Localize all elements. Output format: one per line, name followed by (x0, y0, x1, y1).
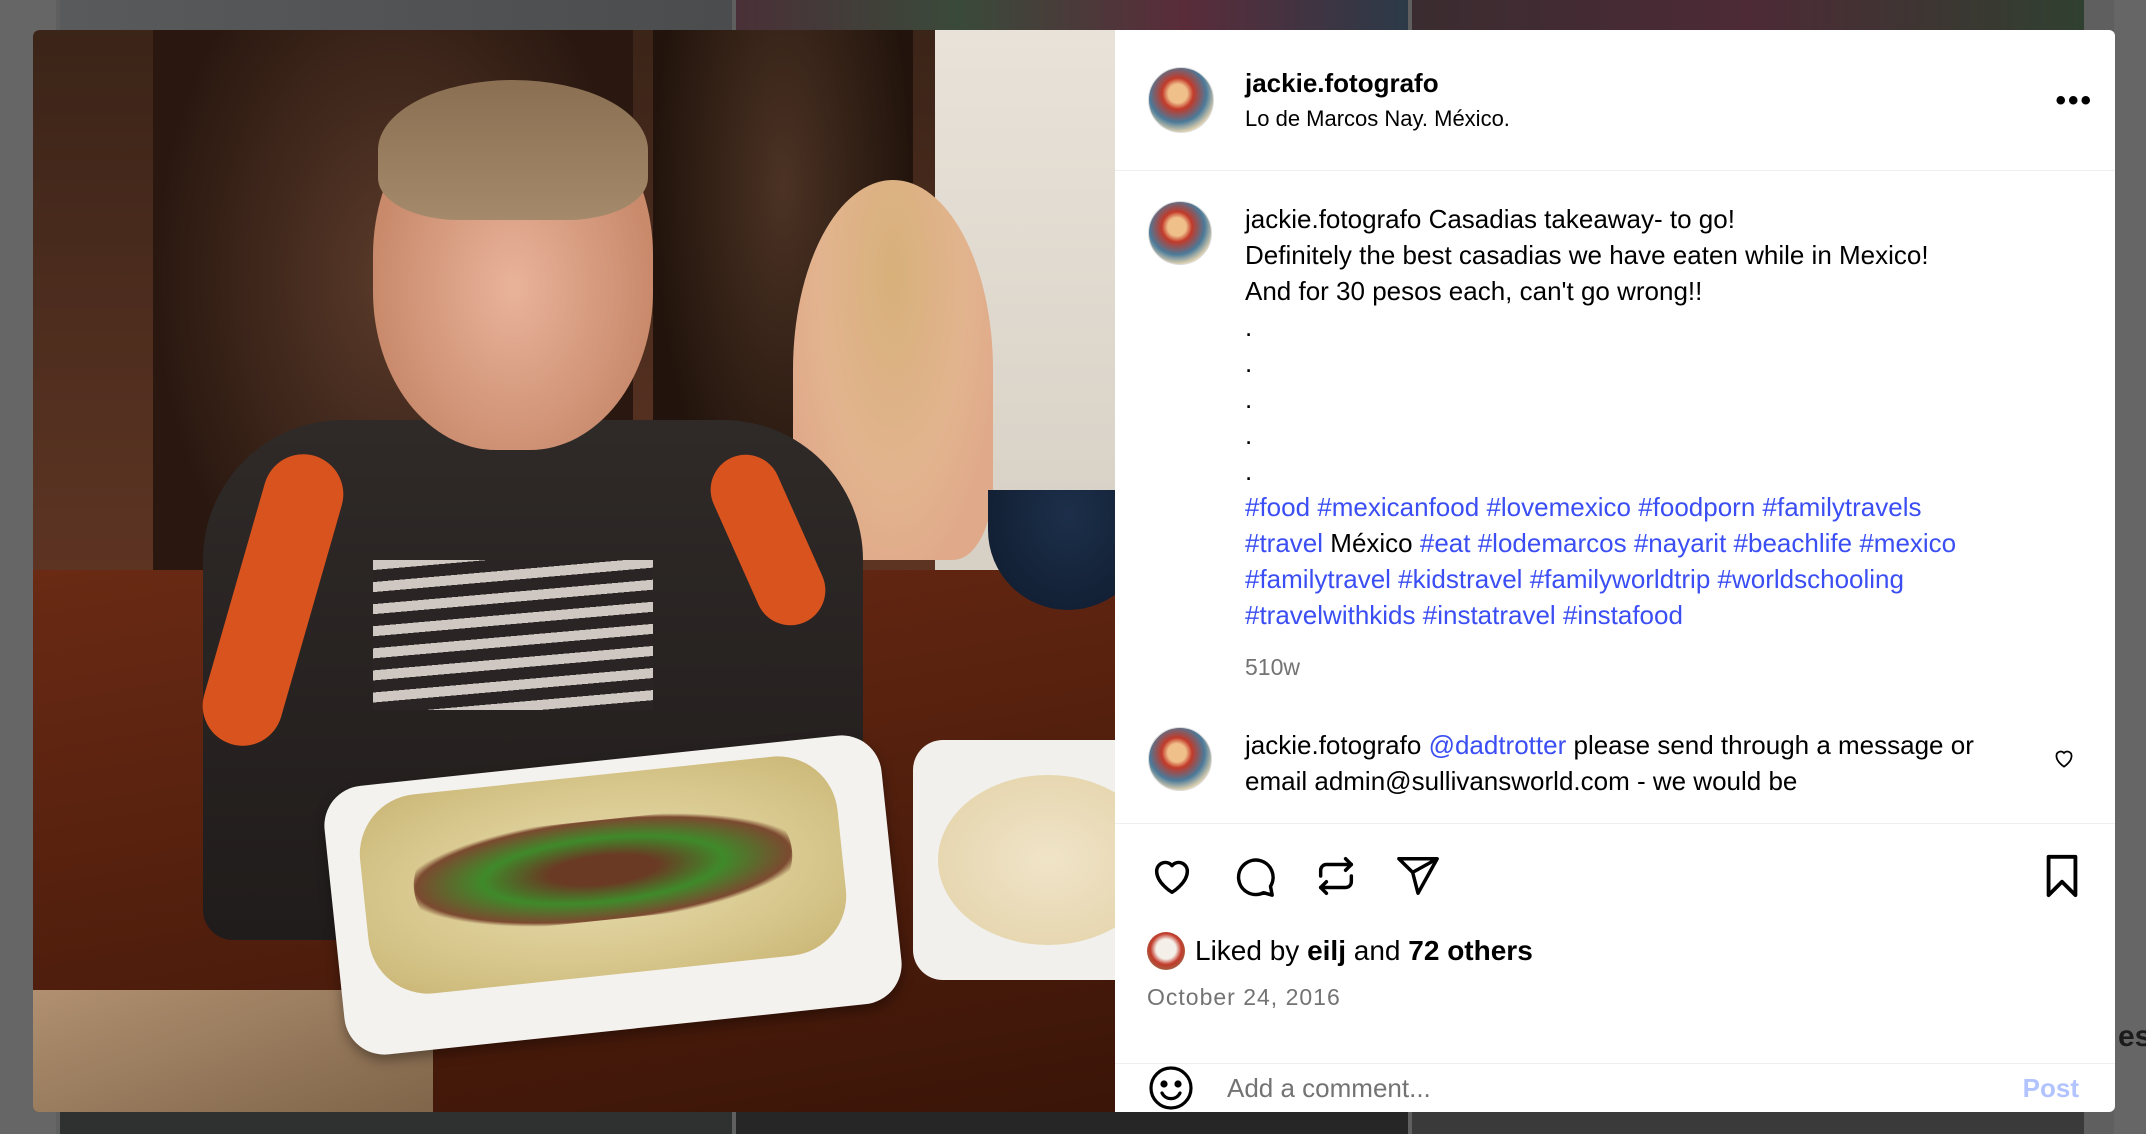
hashtag-link[interactable]: #familytravels (1763, 492, 1922, 522)
caption-line: Definitely the best casadias we have eat… (1245, 239, 1929, 270)
hashtag-link[interactable]: #beachlife (1734, 528, 1853, 558)
caption: jackie.fotografo Casadias takeaway- to g… (1148, 200, 2085, 685)
likes-conjunction: and (1353, 935, 1401, 967)
comments-list[interactable]: jackie.fotografo Casadias takeaway- to g… (1115, 171, 2115, 824)
liker-username[interactable]: eilj (1307, 935, 1346, 967)
author-username[interactable]: jackie.fotografo (1245, 68, 1510, 98)
caption-line: And for 30 pesos each, can't go wrong!! (1245, 275, 1703, 306)
comment-like-icon[interactable] (2051, 745, 2077, 771)
caption-dot: . (1245, 347, 1253, 378)
add-comment-bar: Post (1115, 1063, 2115, 1112)
feed-thumbnail[interactable] (736, 0, 1408, 30)
more-options-icon[interactable]: ••• (2055, 84, 2093, 118)
emoji-icon[interactable] (1147, 1064, 1195, 1112)
caption-dot: . (1245, 311, 1253, 342)
backdrop-text: es (2118, 1020, 2146, 1053)
mention-link[interactable]: @dadtrotter (1429, 730, 1567, 760)
hashtag-link[interactable]: #mexico (1859, 528, 1956, 558)
author-avatar[interactable] (1148, 66, 1214, 133)
caption-dot: . (1245, 419, 1253, 450)
hashtag-link[interactable]: #food (1245, 492, 1310, 522)
hashtag-link[interactable]: #nayarit (1634, 528, 1727, 558)
likes-summary: Liked by eilj and 72 others (1147, 932, 2087, 971)
hashtag-link[interactable]: #familytravel (1245, 564, 1391, 594)
hashtag-link[interactable]: #travel (1245, 528, 1323, 558)
feed-thumbnail[interactable] (60, 0, 732, 30)
feed-thumbnail[interactable] (736, 1112, 1408, 1134)
send-icon[interactable] (1393, 851, 1443, 901)
caption-dot: . (1245, 455, 1253, 486)
hashtag-link[interactable]: #eat (1420, 528, 1471, 558)
backdrop-right (2114, 0, 2146, 1134)
hashtag-link[interactable]: #worldschooling (1718, 564, 1904, 594)
caption-timestamp[interactable]: 510w (1245, 649, 2085, 685)
caption-username[interactable]: jackie.fotografo (1245, 204, 1421, 234)
bookmark-icon[interactable] (2037, 851, 2087, 901)
post-location[interactable]: Lo de Marcos Nay. México. (1245, 106, 1510, 132)
likes-count-link[interactable]: 72 others (1408, 935, 1533, 967)
post-comment-button[interactable]: Post (2017, 1072, 2085, 1105)
repost-icon[interactable] (1311, 851, 1361, 901)
post-date[interactable]: October 24, 2016 (1147, 984, 2087, 1011)
caption-word: México (1330, 527, 1413, 558)
hashtag-link[interactable]: #familyworldtrip (1530, 564, 1711, 594)
heart-icon[interactable] (1147, 851, 1197, 901)
commenter-username[interactable]: jackie.fotografo (1245, 730, 1421, 760)
hashtag-link[interactable]: #instatravel (1423, 600, 1556, 630)
hashtag-link[interactable]: #mexicanfood (1317, 492, 1479, 522)
commenter-avatar[interactable] (1148, 726, 1212, 791)
comment-input[interactable] (1225, 1071, 2017, 1105)
hashtag-link[interactable]: #lodemarcos (1478, 528, 1627, 558)
hashtag-link[interactable]: #foodporn (1638, 492, 1755, 522)
post-photo[interactable] (33, 30, 1115, 1112)
liker-avatar[interactable] (1147, 932, 1185, 971)
hashtag-link[interactable]: #instafood (1563, 600, 1683, 630)
post-actions: Liked by eilj and 72 others October 24, … (1115, 823, 2115, 1063)
comment-item: jackie.fotografo @dadtrotter please send… (1148, 726, 2085, 799)
feed-thumbnail[interactable] (1412, 1112, 2084, 1134)
hashtag-link[interactable]: #lovemexico (1486, 492, 1631, 522)
post-header: jackie.fotografo Lo de Marcos Nay. Méxic… (1115, 30, 2115, 171)
hashtag-link[interactable]: #kidstravel (1398, 564, 1522, 594)
feed-thumbnail[interactable] (1412, 0, 2084, 30)
caption-avatar[interactable] (1148, 200, 1212, 265)
feed-thumbnail[interactable] (60, 1112, 732, 1134)
caption-line: Casadias takeaway- to go! (1428, 203, 1735, 234)
comment-bubble-icon[interactable] (1229, 851, 1279, 901)
hashtag-link[interactable]: #travelwithkids (1245, 600, 1416, 630)
post-modal: jackie.fotografo Lo de Marcos Nay. Méxic… (33, 30, 2115, 1112)
caption-dot: . (1245, 383, 1253, 414)
likes-prefix: Liked by (1195, 935, 1300, 967)
post-sidebar: jackie.fotografo Lo de Marcos Nay. Méxic… (1115, 30, 2115, 1112)
